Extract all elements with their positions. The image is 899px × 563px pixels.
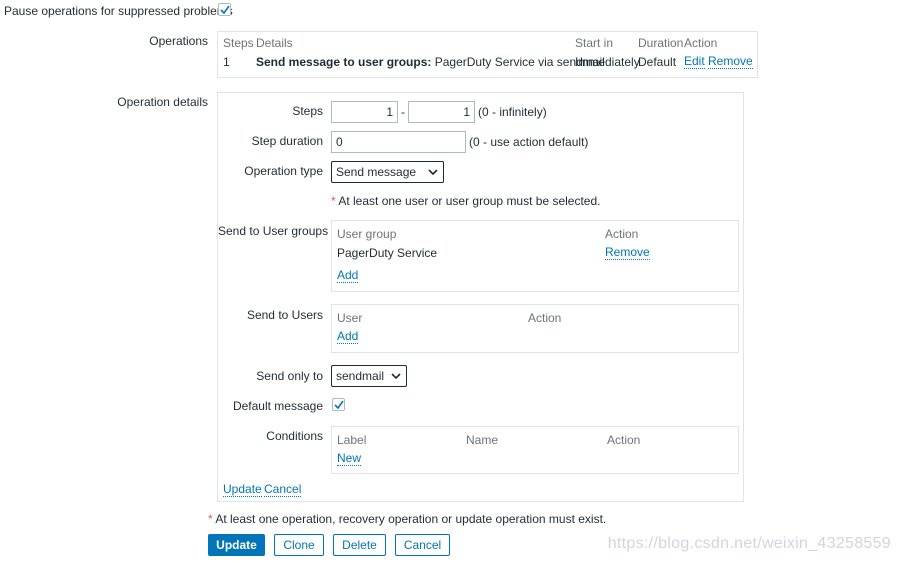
pause-operations-checkbox[interactable]: [218, 3, 231, 16]
cancel-operation-link[interactable]: Cancel: [264, 483, 302, 497]
col-user-action-header: Action: [528, 311, 562, 325]
operation-details-panel: Steps 1 - 1 (0 - infinitely) Step durati…: [217, 92, 744, 502]
chevron-down-icon: [391, 373, 401, 380]
watermark-text: https://blog.csdn.net/weixin_43258559: [607, 535, 891, 552]
remove-operation-link[interactable]: Remove: [708, 55, 753, 69]
operations-required-note: * At least one operation, recovery opera…: [208, 512, 606, 526]
steps-hint: (0 - infinitely): [478, 105, 547, 119]
row-details-bold: Send message to user groups:: [256, 55, 432, 69]
col-start-in-header: Start in: [575, 36, 614, 50]
row-details: Send message to user groups: PagerDuty S…: [256, 55, 605, 69]
send-only-to-label: Send only to: [256, 369, 323, 383]
new-condition-link[interactable]: New: [337, 452, 362, 466]
recipients-required-text: At least one user or user group must be …: [338, 194, 601, 208]
checkmark-icon: [220, 5, 230, 15]
col-name-header: Name: [466, 433, 499, 447]
users-table: User Action Add: [331, 304, 739, 353]
row-start-in: Immediately: [575, 55, 640, 69]
steps-label: Steps: [292, 104, 323, 118]
col-user-group-header: User group: [337, 227, 397, 241]
add-user-group-link[interactable]: Add: [337, 269, 359, 283]
edit-operation-link[interactable]: Edit: [684, 55, 705, 69]
update-operation-link[interactable]: Update: [223, 483, 262, 497]
row-steps: 1: [223, 55, 230, 69]
user-group-name: PagerDuty Service: [337, 246, 438, 260]
operation-details-label: Operation details: [117, 95, 208, 109]
operations-label: Operations: [149, 34, 208, 48]
checkmark-icon: [334, 400, 344, 410]
user-groups-table: User group Action PagerDuty Service Remo…: [331, 220, 739, 292]
required-star: *: [208, 512, 213, 526]
col-details-header: Details: [256, 36, 293, 50]
col-steps-header: Steps: [223, 36, 254, 50]
cancel-button[interactable]: Cancel: [395, 534, 450, 556]
operation-type-label: Operation type: [244, 164, 323, 178]
send-to-users-label: Send to Users: [246, 308, 323, 322]
send-to-user-groups-label: Send to User groups: [218, 224, 329, 238]
conditions-label: Conditions: [266, 429, 323, 443]
send-only-to-value: sendmail: [336, 369, 385, 383]
clone-button[interactable]: Clone: [274, 534, 324, 556]
steps-to-input[interactable]: 1: [408, 101, 475, 123]
col-user-group-action-header: Action: [605, 227, 639, 241]
operation-type-select[interactable]: Send message: [331, 161, 444, 183]
required-star: *: [331, 194, 336, 208]
conditions-table: Label Name Action New: [331, 426, 739, 474]
operation-type-value: Send message: [336, 165, 417, 179]
steps-from-input[interactable]: 1: [331, 101, 398, 123]
col-condition-action-header: Action: [607, 433, 641, 447]
pause-operations-label: Pause operations for suppressed problems: [4, 4, 233, 18]
step-duration-hint: (0 - use action default): [469, 135, 589, 149]
steps-separator: -: [401, 105, 405, 119]
col-label-header: Label: [337, 433, 367, 447]
step-duration-input[interactable]: 0: [331, 131, 466, 153]
default-message-label: Default message: [232, 399, 323, 413]
add-user-link[interactable]: Add: [337, 330, 359, 344]
col-user-header: User: [337, 311, 363, 325]
col-duration-header: Duration: [638, 36, 684, 50]
operations-required-text: At least one operation, recovery operati…: [215, 512, 607, 526]
step-duration-label: Step duration: [251, 134, 323, 148]
update-button[interactable]: Update: [208, 534, 265, 556]
operations-table: Steps Details Start in Duration Action 1…: [217, 31, 758, 78]
recipients-required-note: * At least one user or user group must b…: [331, 194, 601, 208]
remove-user-group-link[interactable]: Remove: [605, 246, 650, 260]
delete-button[interactable]: Delete: [333, 534, 386, 556]
chevron-down-icon: [428, 169, 438, 176]
col-action-header: Action: [684, 36, 718, 50]
row-duration: Default: [638, 55, 677, 69]
default-message-checkbox[interactable]: [332, 398, 345, 411]
send-only-to-select[interactable]: sendmail: [331, 365, 407, 387]
